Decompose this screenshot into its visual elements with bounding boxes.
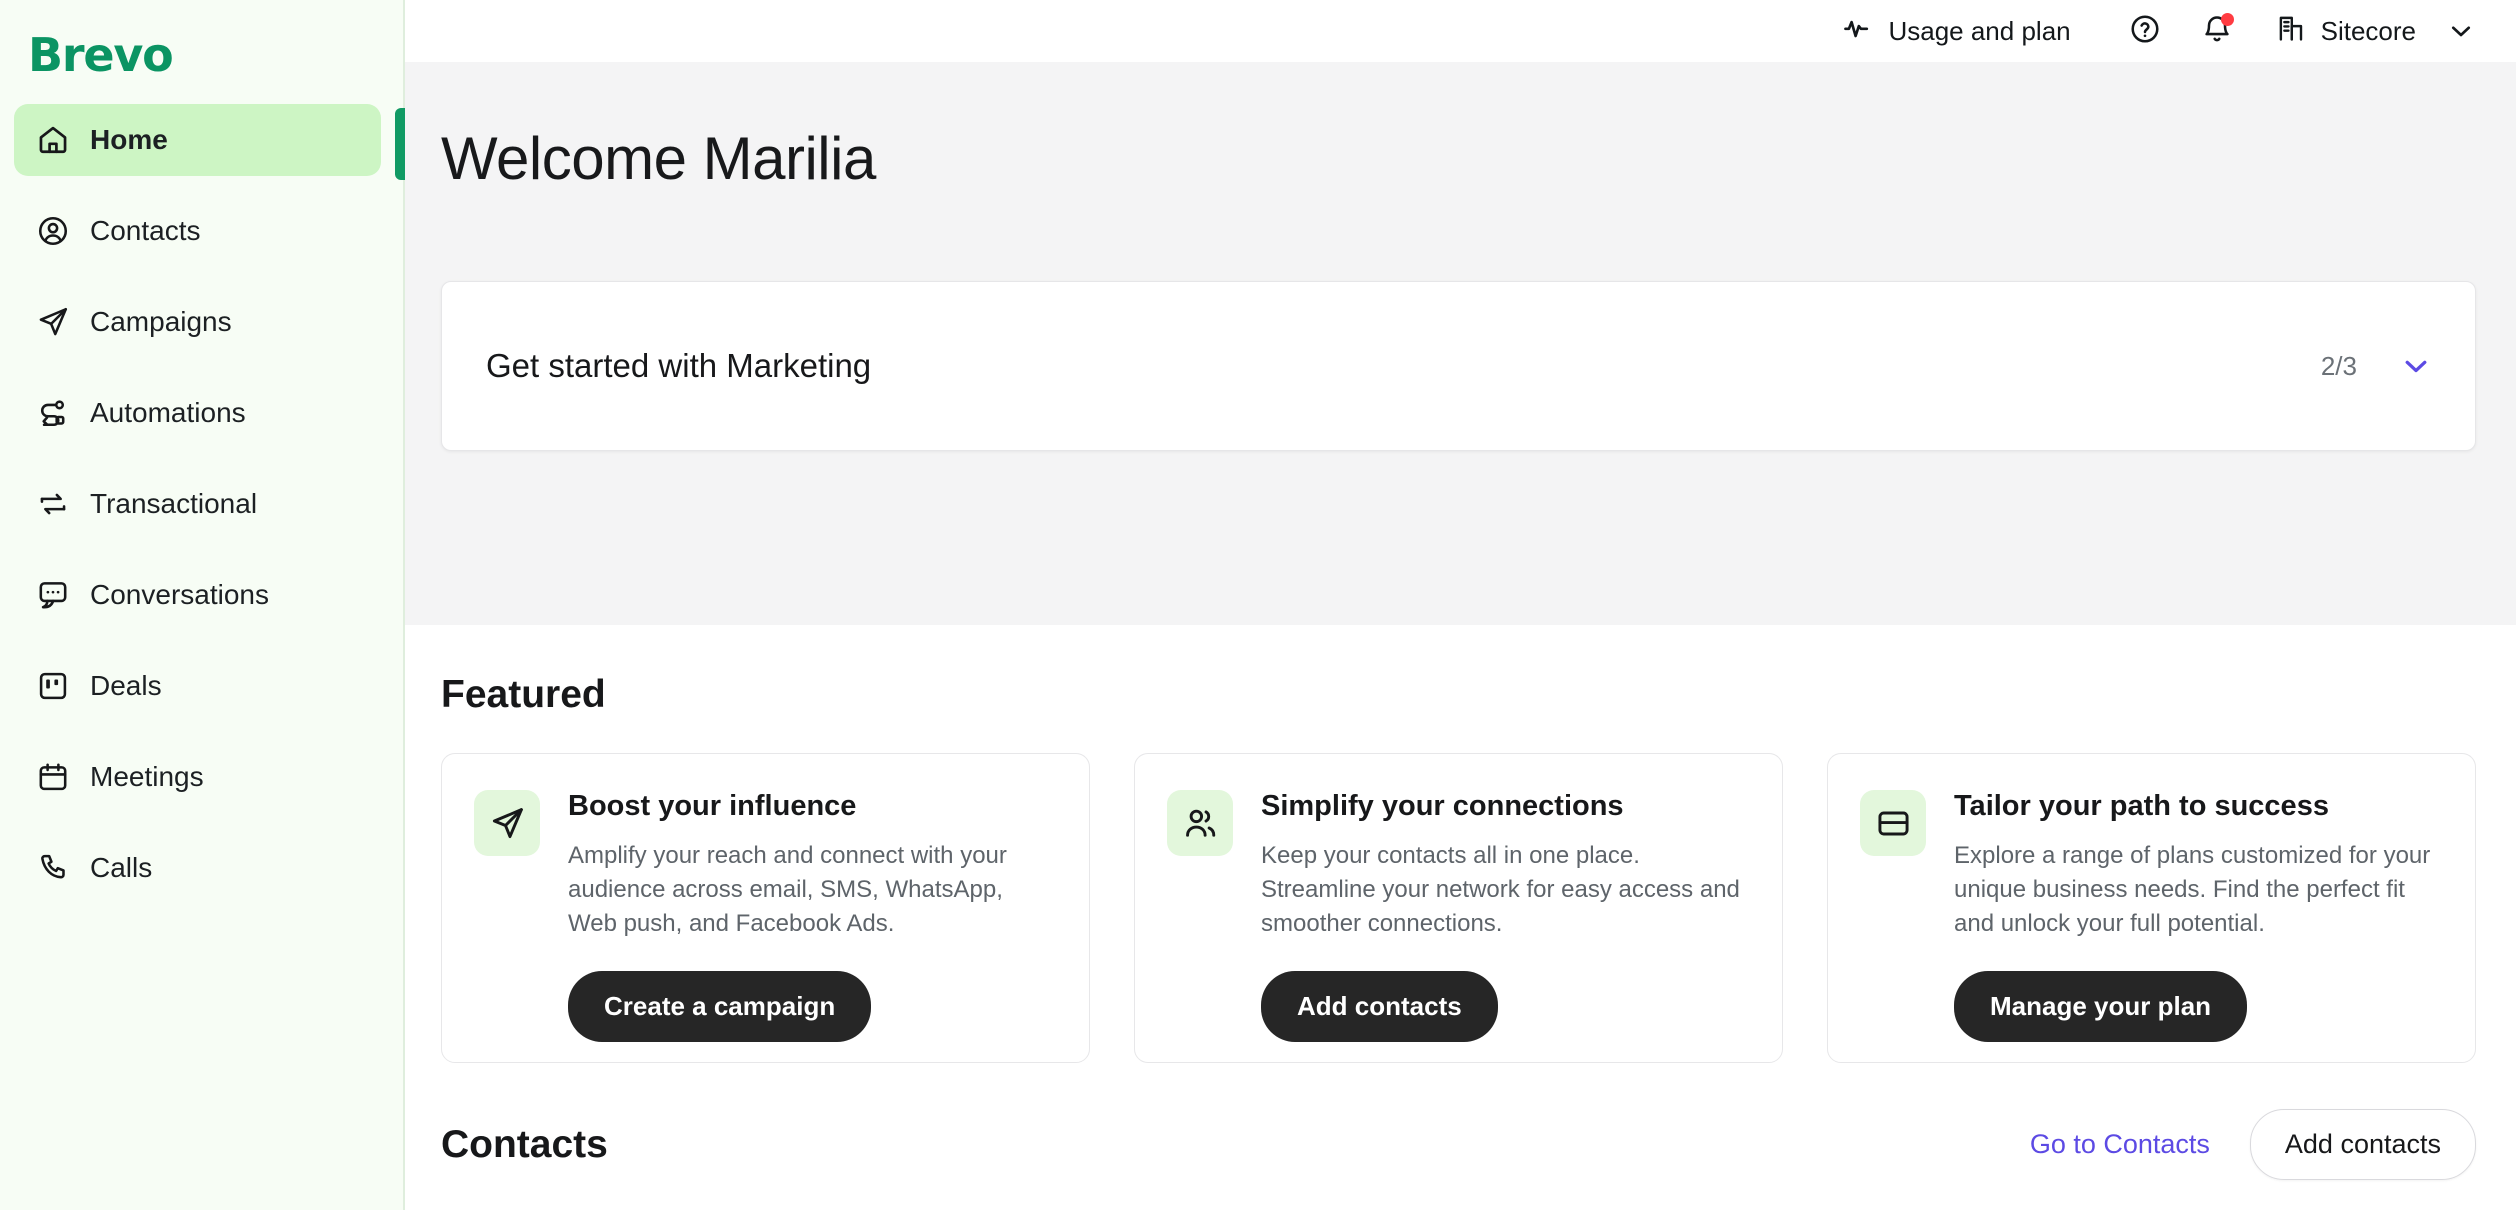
featured-card-boost-influence[interactable]: Boost your influence Amplify your reach … bbox=[441, 753, 1090, 1063]
get-started-card[interactable]: Get started with Marketing 2/3 bbox=[441, 281, 2476, 451]
home-icon bbox=[36, 123, 70, 157]
credit-card-icon bbox=[1860, 790, 1926, 856]
help-circle-icon bbox=[2129, 13, 2161, 50]
sidebar-item-home[interactable]: Home bbox=[14, 104, 381, 176]
paper-plane-icon bbox=[474, 790, 540, 856]
conversations-icon bbox=[36, 578, 70, 612]
go-to-contacts-link[interactable]: Go to Contacts bbox=[2030, 1129, 2210, 1160]
help-button[interactable] bbox=[2119, 5, 2171, 57]
get-started-right: 2/3 bbox=[2321, 349, 2433, 383]
contacts-section-title: Contacts bbox=[441, 1122, 608, 1166]
add-contacts-button[interactable]: Add contacts bbox=[2249, 1109, 2476, 1180]
users-icon bbox=[1167, 790, 1233, 856]
get-started-progress: 2/3 bbox=[2320, 350, 2357, 381]
hero-section: Welcome Marilia Get started with Marketi… bbox=[405, 62, 2516, 625]
usage-and-plan-label: Usage and plan bbox=[1888, 15, 2071, 46]
sidebar-nav: Home Contacts Campaigns Automations Tran… bbox=[0, 104, 403, 904]
chevron-down-icon[interactable] bbox=[2399, 349, 2433, 383]
card-description: Keep your contacts all in one place. Str… bbox=[1261, 842, 1740, 938]
app-root: Brevo Home Contacts Campaigns Automation… bbox=[0, 0, 2516, 1210]
brevo-logo[interactable]: Brevo bbox=[0, 14, 403, 96]
featured-card-simplify-connections[interactable]: Simplify your connections Keep your cont… bbox=[1134, 753, 1783, 1063]
sidebar-item-label: Conversations bbox=[90, 579, 269, 610]
sidebar-item-label: Home bbox=[90, 124, 168, 155]
contacts-icon bbox=[36, 214, 70, 248]
topbar: Usage and plan Sitecore bbox=[405, 0, 2516, 62]
sidebar-item-campaigns[interactable]: Campaigns bbox=[14, 286, 381, 358]
card-description: Explore a range of plans customized for … bbox=[1954, 842, 2431, 938]
contacts-section-header: Contacts Go to Contacts Add contacts bbox=[405, 1063, 2516, 1180]
card-title: Simplify your connections bbox=[1261, 790, 1624, 822]
sidebar-item-transactional[interactable]: Transactional bbox=[14, 468, 381, 540]
create-a-campaign-button[interactable]: Create a campaign bbox=[568, 971, 872, 1043]
notification-badge-dot bbox=[2220, 13, 2234, 26]
sidebar-item-calls[interactable]: Calls bbox=[14, 832, 381, 904]
sidebar-item-label: Calls bbox=[90, 852, 153, 883]
sidebar-item-label: Meetings bbox=[90, 761, 204, 792]
building-icon bbox=[2275, 12, 2307, 51]
account-switcher[interactable]: Sitecore bbox=[2275, 12, 2476, 51]
sidebar-item-conversations[interactable]: Conversations bbox=[14, 559, 381, 631]
sidebar-item-automations[interactable]: Automations bbox=[14, 377, 381, 449]
manage-your-plan-button[interactable]: Manage your plan bbox=[1954, 971, 2248, 1043]
add-contacts-button[interactable]: Add contacts bbox=[1261, 971, 1498, 1043]
featured-title: Featured bbox=[441, 673, 606, 716]
featured-card-tailor-path[interactable]: Tailor your path to success Explore a ra… bbox=[1827, 753, 2476, 1063]
automations-icon bbox=[36, 396, 70, 430]
sidebar-item-label: Contacts bbox=[90, 215, 201, 246]
transactional-icon bbox=[36, 487, 70, 521]
main-content: Usage and plan Sitecore Welcome Marilia … bbox=[405, 0, 2516, 1210]
card-body: Simplify your connections Keep your cont… bbox=[1261, 790, 1748, 1043]
sidebar-item-contacts[interactable]: Contacts bbox=[14, 195, 381, 267]
usage-and-plan-button[interactable]: Usage and plan bbox=[1842, 12, 2071, 51]
account-name: Sitecore bbox=[2320, 15, 2416, 46]
get-started-title: Get started with Marketing bbox=[486, 347, 872, 384]
card-title: Boost your influence bbox=[568, 790, 857, 822]
card-body: Boost your influence Amplify your reach … bbox=[568, 790, 1055, 1043]
notifications-button[interactable] bbox=[2191, 5, 2243, 57]
activity-pulse-icon bbox=[1842, 12, 1874, 51]
sidebar-item-label: Transactional bbox=[90, 488, 258, 519]
sidebar-item-label: Campaigns bbox=[90, 306, 232, 337]
card-body: Tailor your path to success Explore a ra… bbox=[1954, 790, 2441, 1043]
page-title: Welcome Marilia bbox=[441, 125, 876, 192]
deals-icon bbox=[36, 669, 70, 703]
sidebar-item-label: Automations bbox=[90, 397, 246, 428]
sidebar-item-label: Deals bbox=[90, 670, 162, 701]
featured-section: Featured Boost your influence Amplify yo… bbox=[405, 625, 2516, 1063]
featured-cards: Boost your influence Amplify your reach … bbox=[441, 753, 2476, 1063]
card-title: Tailor your path to success bbox=[1954, 790, 2329, 822]
chevron-down-icon[interactable] bbox=[2446, 16, 2476, 46]
meetings-icon bbox=[36, 760, 70, 794]
campaigns-icon bbox=[36, 305, 70, 339]
contacts-section-actions: Go to Contacts Add contacts bbox=[2030, 1109, 2476, 1180]
card-description: Amplify your reach and connect with your… bbox=[568, 842, 1007, 938]
sidebar-item-deals[interactable]: Deals bbox=[14, 650, 381, 722]
sidebar: Brevo Home Contacts Campaigns Automation… bbox=[0, 0, 406, 1210]
sidebar-item-meetings[interactable]: Meetings bbox=[14, 741, 381, 813]
calls-icon bbox=[36, 851, 70, 885]
